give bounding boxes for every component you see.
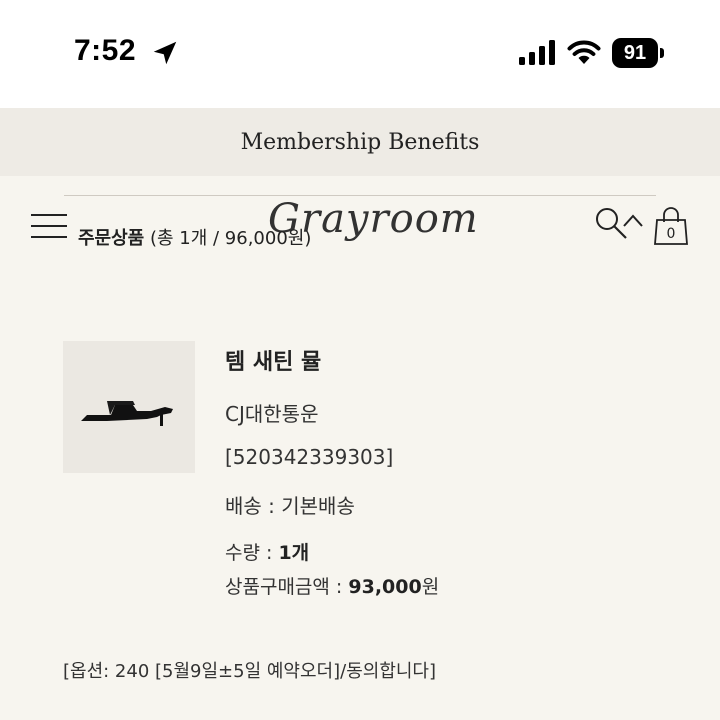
battery-cap — [660, 48, 664, 58]
order-label: 주문상품 — [78, 228, 145, 249]
battery-body: 91 — [612, 38, 658, 68]
price-label: 상품구매금액 : — [225, 576, 349, 598]
status-time: 7:52 — [74, 34, 137, 67]
courier-name: CJ대한통운 — [225, 402, 319, 426]
quantity-value: 1개 — [278, 542, 310, 564]
quantity-label: 수량 : — [225, 542, 279, 564]
shipping-method: 배송 : 기본배송 — [225, 494, 355, 518]
membership-banner[interactable]: Membership Benefits — [0, 108, 720, 176]
product-option: [옵션: 240 [5월9일±5일 예약오더]/동의합니다] — [63, 661, 437, 682]
chevron-up-icon[interactable] — [622, 212, 644, 228]
purchase-amount: 상품구매금액 : 93,000원 — [225, 572, 439, 599]
product-name[interactable]: 템 새틴 뮬 — [225, 344, 321, 376]
quantity: 수량 : 1개 — [225, 538, 309, 565]
cellular-signal-icon — [519, 40, 555, 65]
shopping-bag-button[interactable]: 0 — [652, 206, 690, 246]
status-bar: 7:52 91 — [0, 0, 720, 108]
cart-count: 0 — [666, 226, 676, 242]
sandal-image — [81, 401, 173, 426]
price-value: 93,000 — [348, 576, 422, 598]
battery-icon: 91 — [612, 38, 664, 68]
membership-banner-text[interactable]: Membership Benefits — [241, 130, 480, 155]
wifi-icon — [567, 40, 601, 64]
price-unit: 원 — [421, 576, 440, 598]
tracking-number[interactable]: [520342339303] — [225, 445, 393, 469]
battery-level: 91 — [623, 41, 647, 64]
location-arrow-icon — [153, 41, 177, 65]
product-image[interactable] — [63, 341, 195, 473]
menu-icon[interactable] — [30, 212, 68, 242]
brand-logo[interactable]: Grayroom — [268, 196, 479, 242]
